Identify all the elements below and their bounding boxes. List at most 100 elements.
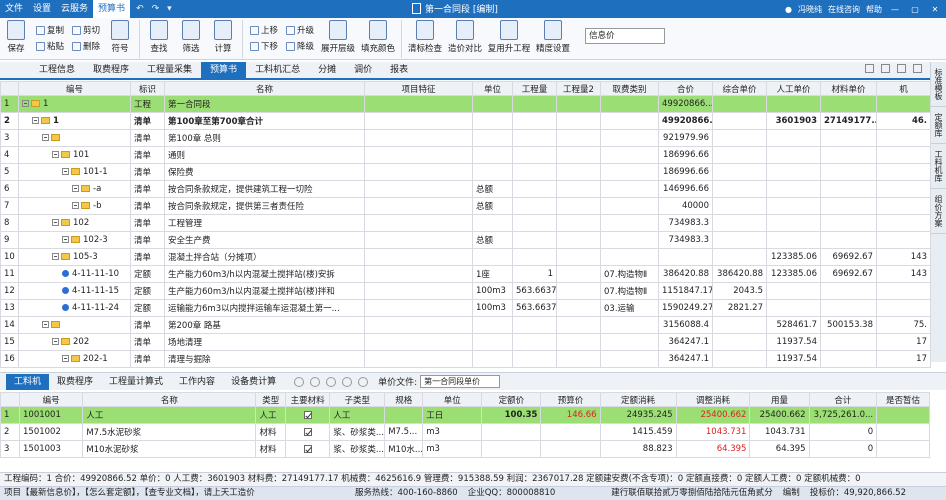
collapse-icon[interactable] bbox=[42, 134, 49, 141]
tab-allocation[interactable]: 分摊 bbox=[309, 62, 345, 78]
dropdown-icon[interactable]: ▾ bbox=[167, 4, 172, 14]
collapse-icon[interactable] bbox=[72, 202, 79, 209]
user-avatar-icon[interactable]: ● bbox=[785, 5, 792, 14]
code-cell[interactable]: 202-1 bbox=[18, 350, 131, 368]
tab-work-content[interactable]: 工作内容 bbox=[171, 374, 223, 390]
grid-icon[interactable] bbox=[865, 64, 874, 73]
code-cell[interactable]: -b bbox=[18, 197, 131, 215]
checkbox-icon[interactable] bbox=[303, 444, 312, 453]
move-down-button[interactable]: 下移 bbox=[250, 40, 278, 52]
side-tab-material-lib[interactable]: 工料机库 bbox=[931, 144, 946, 189]
collapse-icon[interactable] bbox=[32, 117, 39, 124]
last-icon[interactable] bbox=[342, 376, 353, 387]
minimize-icon[interactable]: — bbox=[888, 5, 902, 14]
calc-button[interactable]: 计算 bbox=[209, 20, 237, 54]
tab-quantity-formula[interactable]: 工程量计算式 bbox=[101, 374, 171, 390]
paste-button[interactable]: 粘贴 bbox=[36, 40, 64, 52]
tab-fee-procedure[interactable]: 取费程序 bbox=[84, 62, 138, 78]
save-button[interactable]: 保存 bbox=[2, 20, 30, 54]
table-row[interactable]: 1 1 工程 第一合同段 49920866... bbox=[0, 95, 931, 113]
table-row[interactable]: 13 4-11-11-24 定额 运输能力6m3以内搅拌运输车运混凝土第一... 100… bbox=[0, 299, 931, 317]
user-name[interactable]: 冯晓纯 bbox=[798, 4, 822, 15]
table-row[interactable]: 14 清单 第200章 路基 3156088.4 528461.7 500153.38 75… bbox=[0, 316, 931, 334]
close-icon[interactable]: ✕ bbox=[928, 5, 942, 14]
collapse-icon[interactable] bbox=[52, 219, 59, 226]
table-row[interactable]: 15 202 清单 场地清理 364247.1 11937.54 17 bbox=[0, 333, 931, 351]
table-row[interactable]: 9 102-3 清单 安全生产费 总额 734983.3 bbox=[0, 231, 931, 249]
code-cell[interactable] bbox=[18, 316, 131, 334]
first-icon[interactable] bbox=[294, 376, 305, 387]
table-row[interactable]: 12 4-11-11-15 定额 生产能力60m3/h以内混凝土搅拌站(楼)拌和 100… bbox=[0, 282, 931, 300]
collapse-icon[interactable] bbox=[52, 151, 59, 158]
code-cell[interactable] bbox=[18, 129, 131, 147]
code-cell[interactable]: 4-11-11-10 bbox=[18, 265, 131, 283]
code-cell[interactable]: 102 bbox=[18, 214, 131, 232]
collapse-icon[interactable] bbox=[42, 321, 49, 328]
online-consult-link[interactable]: 在线咨询 bbox=[828, 4, 860, 15]
next-icon[interactable] bbox=[326, 376, 337, 387]
collapse-icon[interactable] bbox=[22, 100, 29, 107]
status-message[interactable]: 项目【最新信息价】，【怎么套定额】，【查专业文档】，请上天工造价 bbox=[4, 487, 255, 500]
table-row[interactable]: 3 清单 第100章 总则 921979.96 bbox=[0, 129, 931, 147]
menu-cloud[interactable]: 云服务 bbox=[56, 0, 93, 18]
help-link[interactable]: 帮助 bbox=[866, 4, 882, 15]
code-cell[interactable]: 1 bbox=[18, 95, 131, 113]
menu-budget[interactable]: 预算书 bbox=[93, 0, 131, 18]
side-tab-pricing-plan[interactable]: 组价方案 bbox=[931, 189, 946, 234]
price-search-input[interactable]: 信息价 bbox=[585, 28, 666, 44]
code-cell[interactable]: 102-3 bbox=[18, 231, 131, 249]
code-cell[interactable]: 1 bbox=[18, 112, 131, 130]
collapse-icon[interactable] bbox=[62, 236, 69, 243]
tab-lower-fee[interactable]: 取费程序 bbox=[49, 374, 101, 390]
tab-quantity-collect[interactable]: 工程量采集 bbox=[138, 62, 201, 78]
side-tab-quota-lib[interactable]: 定额库 bbox=[931, 107, 946, 144]
main-material-cell[interactable] bbox=[284, 406, 331, 424]
code-cell[interactable]: 202 bbox=[18, 333, 131, 351]
main-material-cell[interactable] bbox=[284, 423, 331, 441]
maximize-icon[interactable]: ▢ bbox=[908, 5, 922, 14]
tab-material[interactable]: 工料机 bbox=[6, 373, 50, 390]
tab-price-adjust[interactable]: 调价 bbox=[345, 62, 381, 78]
precision-settings-button[interactable]: 精度设置 bbox=[535, 20, 571, 54]
symbol-button[interactable]: 符号 bbox=[106, 20, 134, 54]
menu-file[interactable]: 文件 bbox=[0, 0, 28, 18]
tab-report[interactable]: 报表 bbox=[381, 62, 417, 78]
table-row[interactable]: 6 -a 清单 按合同条款规定，提供建筑工程一切险 总额 146996.66 bbox=[0, 180, 931, 198]
code-cell[interactable]: 101 bbox=[18, 146, 131, 164]
code-cell[interactable]: 4-11-11-24 bbox=[18, 299, 131, 317]
collapse-icon[interactable] bbox=[52, 338, 59, 345]
delete-button[interactable]: 删除 bbox=[72, 40, 100, 52]
tab-budget[interactable]: 预算书 bbox=[201, 62, 247, 78]
expand-level-button[interactable]: 展开层级 bbox=[320, 20, 356, 54]
list-icon[interactable] bbox=[881, 64, 890, 73]
table-row[interactable]: 10 105-3 清单 混凝土拌合站（分摊项） 123385.06 69692.67 143 bbox=[0, 248, 931, 266]
table-row[interactable]: 8 102 清单 工程管理 734983.3 bbox=[0, 214, 931, 232]
table-row[interactable]: 7 -b 清单 按合同条款规定，提供第三者责任险 总额 40000 bbox=[0, 197, 931, 215]
checkbox-icon[interactable] bbox=[303, 427, 312, 436]
tab-project-info[interactable]: 工程信息 bbox=[30, 62, 84, 78]
clear-mark-button[interactable]: 清标检查 bbox=[407, 20, 443, 54]
window-icon[interactable] bbox=[913, 64, 922, 73]
upgrade-button[interactable]: 升级 bbox=[286, 24, 314, 36]
compare-button[interactable]: 造价对比 bbox=[447, 20, 483, 54]
copy-button[interactable]: 复制 bbox=[36, 24, 64, 36]
table-row[interactable]: 1 1001001 人工 人工 人工 工日 100.35 146.66 24935.245 254… bbox=[0, 406, 930, 424]
tab-material-summary[interactable]: 工料机汇总 bbox=[246, 62, 309, 78]
table-row[interactable]: 16 202-1 清单 清理与掘除 364247.1 11937.54 17 bbox=[0, 350, 931, 368]
collapse-icon[interactable] bbox=[62, 168, 69, 175]
reuse-button[interactable]: 复用升工程 bbox=[487, 20, 531, 54]
code-cell[interactable]: 101-1 bbox=[18, 163, 131, 181]
table-row[interactable]: 11 4-11-11-10 定额 生产能力60m3/h以内混凝土搅拌站(楼)安拆 1座 1… bbox=[0, 265, 931, 283]
redo-icon[interactable]: ↷ bbox=[152, 4, 160, 14]
filter-button[interactable]: 筛选 bbox=[177, 20, 205, 54]
unit-file-select[interactable]: 第一合同段单价 bbox=[420, 375, 501, 388]
tab-equipment-fee[interactable]: 设备费计算 bbox=[223, 374, 284, 390]
code-cell[interactable]: 4-11-11-15 bbox=[18, 282, 131, 300]
side-tab-template[interactable]: 标准模板 bbox=[931, 62, 946, 107]
move-up-button[interactable]: 上移 bbox=[250, 24, 278, 36]
undo-icon[interactable]: ↶ bbox=[136, 4, 144, 14]
table-row[interactable]: 2 1 清单第100章至第700章合计 49920866... 360190327149… bbox=[0, 112, 931, 130]
code-cell[interactable]: -a bbox=[18, 180, 131, 198]
cut-button[interactable]: 剪切 bbox=[72, 24, 100, 36]
collapse-icon[interactable] bbox=[62, 355, 69, 362]
